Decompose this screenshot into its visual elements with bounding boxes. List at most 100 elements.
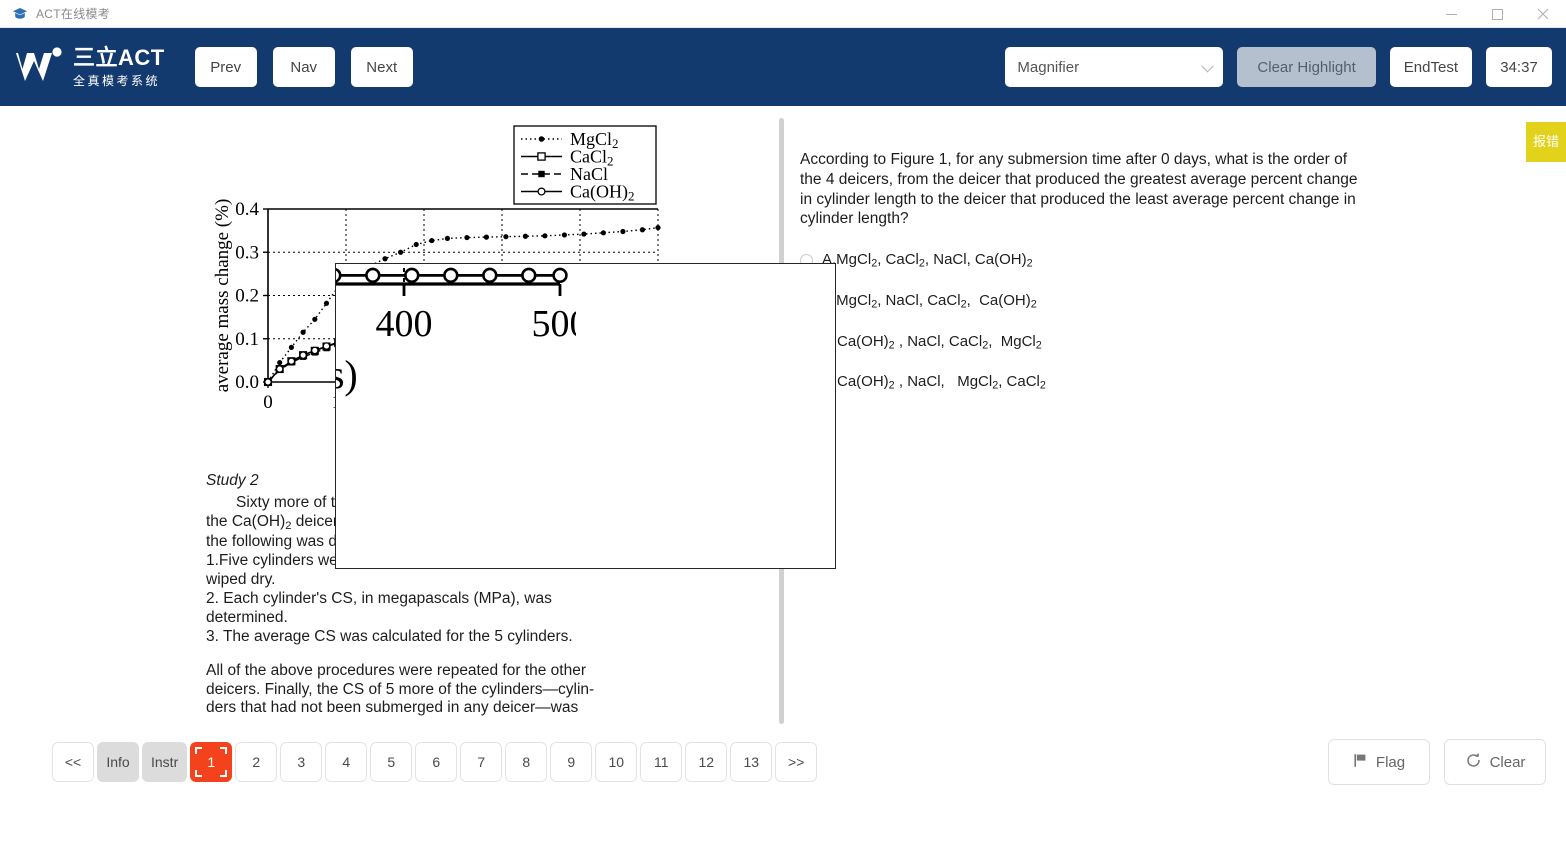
- pager-7-label: 7: [477, 754, 486, 770]
- close-icon[interactable]: [1520, 0, 1566, 28]
- pager-instr[interactable]: Instr: [142, 742, 188, 782]
- prev-button[interactable]: Prev: [194, 47, 257, 87]
- magnifier-select[interactable]: Magnifier: [1005, 47, 1224, 87]
- passage-para2-line3: ders that had not been submerged in any …: [206, 699, 579, 717]
- svg-text:0: 0: [263, 392, 273, 413]
- pager-4[interactable]: 4: [325, 742, 368, 782]
- pager-6[interactable]: 6: [415, 742, 458, 782]
- window-titlebar: ACT在线模考: [0, 0, 1566, 28]
- pager-9-label: 9: [567, 754, 576, 770]
- nav-button[interactable]: Nav: [272, 47, 335, 87]
- corner-marker: [220, 747, 228, 754]
- pager-8[interactable]: 8: [505, 742, 548, 782]
- svg-text:submersion time (days): submersion time (days): [335, 352, 358, 397]
- passage-step-3: 3. The average CS was calculated for the…: [206, 627, 573, 645]
- pager-5-label: 5: [387, 754, 396, 770]
- svg-text:Ca(OH)2: Ca(OH)2: [570, 182, 634, 204]
- pager-4-label: 4: [342, 754, 351, 770]
- timer-display: 34:37: [1486, 47, 1552, 87]
- main-content: 报错 0.00.10.20.30.40100200300400500averag…: [0, 106, 1566, 812]
- pager-1[interactable]: 1: [190, 742, 233, 782]
- pager-info-label: Info: [106, 754, 130, 770]
- window-controls: [1428, 0, 1566, 28]
- svg-text:400: 400: [376, 303, 433, 345]
- pager-11[interactable]: 11: [640, 742, 683, 782]
- footer-bar: << Info Instr 1 2 3 4 5 6 7 8 9 10 11 12 13 >> Flag Clea…: [0, 734, 1566, 865]
- graduation-cap-icon: [12, 6, 28, 22]
- pager-12-label: 12: [698, 754, 715, 770]
- brand-subtitle: 全真模考系统: [73, 74, 161, 88]
- magnifier-content: 0.00.10.20.30.40100200300400500average m…: [335, 264, 589, 418]
- pager-7[interactable]: 7: [460, 742, 503, 782]
- svg-text:0.4: 0.4: [235, 199, 259, 220]
- window-title: ACT在线模考: [36, 7, 111, 21]
- passage-para2-line2: deicers. Finally, the CS of 5 more of th…: [206, 680, 595, 698]
- brand-name: 三立ACT: [73, 45, 165, 70]
- pager-info[interactable]: Info: [97, 742, 139, 782]
- next-button[interactable]: Next: [350, 47, 413, 87]
- passage-step-1b: wiped dry.: [206, 571, 276, 589]
- option-c[interactable]: C.Ca(OH)2 , NaCl, CaCl2, MgCl2: [800, 332, 1540, 352]
- option-c-label: C.Ca(OH)2 , NaCl, CaCl2, MgCl2: [822, 332, 1042, 352]
- corner-marker: [195, 747, 203, 754]
- svg-text:average mass change (%): average mass change (%): [212, 199, 233, 393]
- question-pane: According to Figure 1, for any submersio…: [800, 106, 1540, 812]
- flag-label: Flag: [1375, 753, 1406, 771]
- pager-5[interactable]: 5: [370, 742, 413, 782]
- clear-button[interactable]: Clear: [1444, 739, 1546, 785]
- option-b-label: B.MgCl2, NaCl, CaCl2, Ca(OH)2: [822, 292, 1037, 311]
- pager-next-label: >>: [788, 754, 805, 770]
- flag-button[interactable]: Flag: [1328, 739, 1430, 785]
- question-pager: << Info Instr 1 2 3 4 5 6 7 8 9 10 11 12 13 >>: [52, 742, 818, 782]
- pager-6-label: 6: [432, 754, 441, 770]
- pager-9[interactable]: 9: [550, 742, 593, 782]
- magnified-chart: 0.00.10.20.30.40100200300400500average m…: [335, 264, 589, 397]
- minimize-button[interactable]: [1428, 0, 1474, 28]
- header-tools: Magnifier Clear Highlight EndTest 34:37: [1005, 28, 1552, 106]
- refresh-icon: [1465, 752, 1482, 773]
- option-a-label: A.MgCl2, CaCl2, NaCl, Ca(OH)2: [822, 251, 1033, 270]
- pager-11-label: 11: [653, 754, 669, 770]
- magnifier-select-value: Magnifier: [1017, 58, 1080, 76]
- brand-logo: 三立ACT 全真模考系统: [14, 45, 165, 89]
- pager-instr-label: Instr: [151, 754, 179, 770]
- passage-para2-line1: All of the above procedures were repeate…: [206, 661, 586, 679]
- svg-text:0.3: 0.3: [235, 242, 259, 263]
- pager-1-label: 1: [207, 754, 216, 770]
- svg-text:0.0: 0.0: [235, 372, 259, 393]
- magnifier-overlay[interactable]: 0.00.10.20.30.40100200300400500average m…: [335, 263, 836, 569]
- passage-step-2b: determined.: [206, 608, 288, 626]
- pager-3-label: 3: [297, 754, 306, 770]
- svg-text:0.1: 0.1: [235, 329, 259, 350]
- pager-10-label: 10: [608, 754, 625, 770]
- option-b[interactable]: B.MgCl2, NaCl, CaCl2, Ca(OH)2: [800, 292, 1540, 311]
- pager-prev-label: <<: [64, 754, 82, 770]
- end-test-button[interactable]: EndTest: [1389, 47, 1472, 87]
- passage-step-2: 2. Each cylinder's CS, in megapascals (M…: [206, 589, 552, 607]
- flag-icon: [1353, 753, 1368, 772]
- clear-highlight-button[interactable]: Clear Highlight: [1237, 47, 1376, 87]
- pager-10[interactable]: 10: [595, 742, 638, 782]
- pager-prev[interactable]: <<: [52, 742, 94, 782]
- svg-text:500: 500: [532, 303, 577, 345]
- chevron-down-icon: [1201, 59, 1215, 73]
- option-d[interactable]: D.Ca(OH)2 , NaCl, MgCl2, CaCl2: [800, 373, 1540, 392]
- pager-2[interactable]: 2: [235, 742, 278, 782]
- pager-3[interactable]: 3: [280, 742, 323, 782]
- w-logo-icon: [14, 45, 64, 89]
- corner-marker: [195, 770, 203, 777]
- app-header: 三立ACT 全真模考系统 Prev Nav Next Magnifier Cle…: [0, 28, 1566, 106]
- maximize-button[interactable]: [1474, 0, 1520, 28]
- pager-2-label: 2: [252, 754, 261, 770]
- pager-next[interactable]: >>: [775, 742, 818, 782]
- option-d-label: D.Ca(OH)2 , NaCl, MgCl2, CaCl2: [822, 373, 1046, 393]
- pager-13[interactable]: 13: [730, 742, 773, 782]
- footer-actions: Flag Clear: [1328, 739, 1546, 785]
- pager-13-label: 13: [743, 754, 760, 770]
- pager-12[interactable]: 12: [685, 742, 728, 782]
- corner-marker: [220, 770, 228, 777]
- option-a[interactable]: A.MgCl2, CaCl2, NaCl, Ca(OH)2: [800, 251, 1540, 270]
- clear-label: Clear: [1489, 753, 1526, 771]
- svg-text:0.2: 0.2: [235, 286, 259, 307]
- question-text: According to Figure 1, for any submersio…: [800, 151, 1358, 228]
